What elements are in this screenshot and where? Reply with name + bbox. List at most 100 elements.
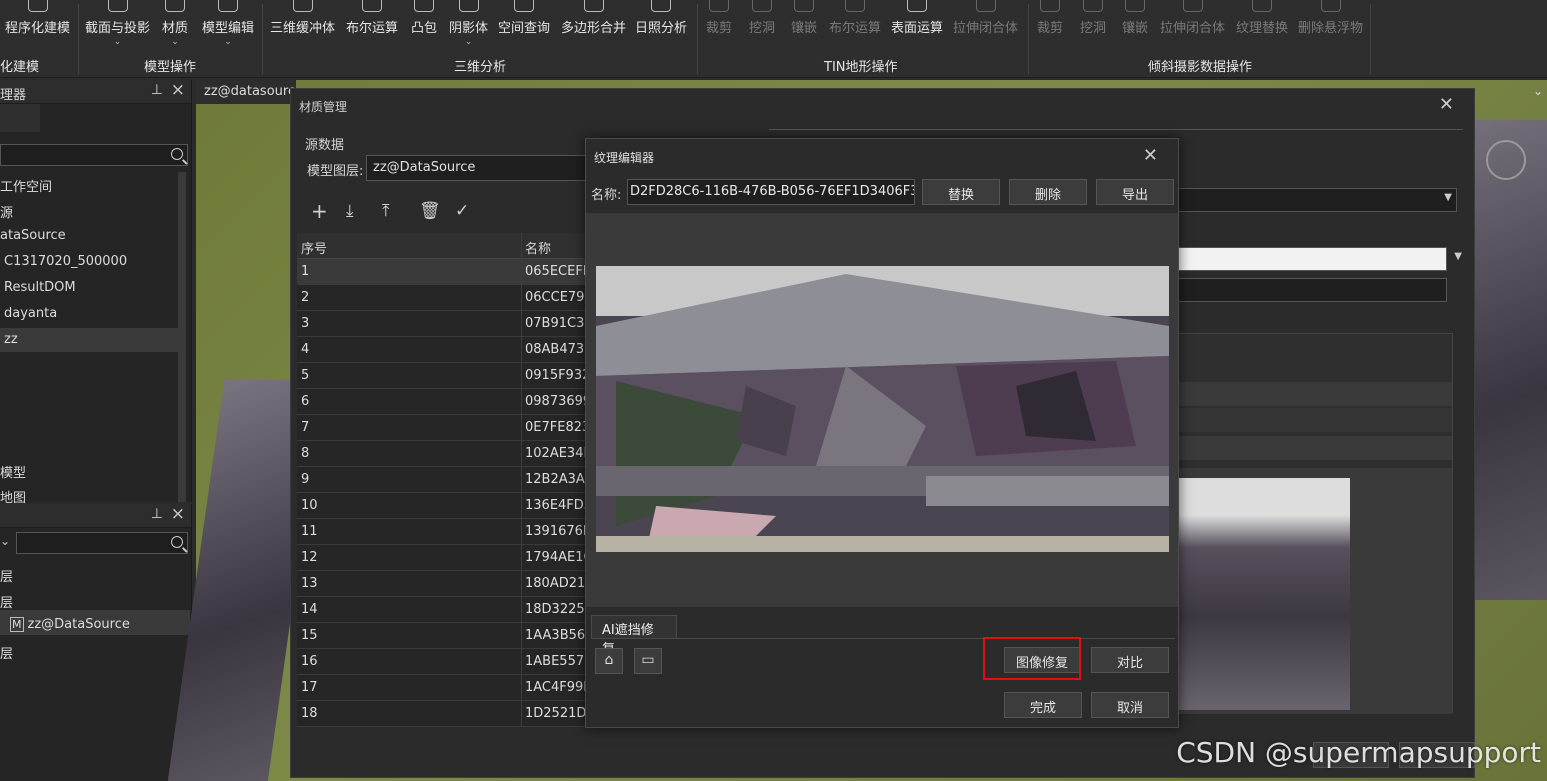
table-row[interactable]: 9 12B2A3AC (297, 467, 587, 493)
close-icon[interactable]: ✕ (1439, 94, 1454, 115)
table-row[interactable]: 2 06CCE799 (297, 285, 587, 311)
model-layer-combo[interactable]: zz@DataSource (366, 155, 606, 181)
table-row[interactable]: 3 07B91C3E (297, 311, 587, 337)
property-combo[interactable]: ▼ (1171, 188, 1457, 212)
table-row[interactable]: 4 08AB473E (297, 337, 587, 363)
layer-item[interactable]: 层 (0, 592, 13, 611)
ribbon-button[interactable]: 多边形合并 (561, 0, 626, 50)
tree-item-dataset[interactable]: ResultDOM (4, 280, 76, 295)
rectangle-select-icon[interactable]: ▭ (634, 648, 662, 674)
column-header-index[interactable]: 序号 (301, 238, 327, 257)
ribbon-button-label: 布尔运算 (829, 21, 882, 36)
tree-item-workspace[interactable]: 工作空间 (0, 176, 52, 195)
table-row[interactable]: 16 1ABE5570 (297, 649, 587, 675)
ribbon-button[interactable]: 布尔运算 (346, 0, 398, 50)
layer-search-input[interactable] (16, 532, 188, 554)
ribbon-button[interactable]: 纹理替换 (1236, 0, 1288, 50)
polygon-select-icon[interactable]: ⌂ (595, 648, 623, 674)
group-separator (1028, 4, 1029, 74)
table-row[interactable]: 8 102AE34B (297, 441, 587, 467)
table-row[interactable]: 14 18D3225E (297, 597, 587, 623)
done-button[interactable]: 完成 (1004, 692, 1082, 718)
ribbon-button[interactable]: 模型编辑 ⌄ (202, 0, 254, 50)
tool-icon (794, 0, 814, 12)
ribbon-button[interactable]: 拉伸闭合体 (1160, 0, 1225, 50)
table-row[interactable]: 7 0E7FE823 (297, 415, 587, 441)
ribbon-button[interactable]: 裁剪 (1037, 0, 1063, 50)
chevron-down-icon[interactable]: ⌄ (1533, 84, 1543, 98)
ribbon-button[interactable]: 材质 ⌄ (162, 0, 188, 50)
compare-button[interactable]: 对比 (1091, 647, 1169, 673)
ribbon-button[interactable]: 拉伸闭合体 (953, 0, 1018, 50)
ribbon-button[interactable]: 阴影体 ⌄ (449, 0, 488, 50)
chevron-down-icon[interactable]: ⌄ (0, 534, 10, 548)
ribbon-button[interactable]: 三维缓冲体 (270, 0, 335, 50)
table-row[interactable]: 5 0915F932 (297, 363, 587, 389)
tree-item-dataset[interactable]: zz (4, 332, 18, 347)
selected-row-bg (0, 328, 178, 352)
dialog-title: 材质管理 (299, 100, 348, 114)
search-icon[interactable] (171, 536, 183, 548)
column-header-name[interactable]: 名称 (525, 238, 551, 257)
delete-button[interactable]: 删除 (1009, 179, 1087, 205)
table-row[interactable]: 15 1AA3B565 (297, 623, 587, 649)
replace-button[interactable]: 替换 (922, 179, 1000, 205)
pin-icon[interactable]: ⊥ (151, 82, 163, 98)
ribbon-button[interactable]: 日照分析 (635, 0, 687, 50)
close-icon[interactable]: ✕ (1143, 145, 1158, 166)
add-icon[interactable]: + (311, 199, 328, 223)
delete-icon[interactable]: 🗑 (419, 201, 441, 221)
ribbon-button[interactable]: 截面与投影 ⌄ (85, 0, 150, 50)
list-item[interactable] (1172, 408, 1452, 432)
tree-item-dataset[interactable]: C1317020_500000 (4, 254, 127, 269)
property-field[interactable] (1171, 278, 1447, 302)
panel-tab[interactable] (0, 104, 40, 132)
table-row[interactable]: 17 1AC4F99E (297, 675, 587, 701)
tree-item-models[interactable]: 模型 (0, 462, 26, 481)
tab-ai-occlusion-repair[interactable]: AI遮挡修复 (591, 615, 677, 657)
layer-item[interactable]: 层 (0, 643, 13, 662)
export-button[interactable]: 导出 (1096, 179, 1174, 205)
ribbon-button[interactable]: 凸包 (411, 0, 437, 50)
cancel-button[interactable]: 取消 (1091, 692, 1169, 718)
table-row[interactable]: 6 09873699 (297, 389, 587, 415)
scene-tab[interactable]: zz@datasourc (196, 80, 296, 104)
ribbon-button[interactable]: 删除悬浮物 (1298, 0, 1363, 50)
export-icon[interactable]: ⤒ (382, 201, 390, 221)
close-icon[interactable]: × (171, 504, 185, 524)
import-icon[interactable]: ⤓ (346, 201, 354, 221)
table-row[interactable]: 11 1391676E (297, 519, 587, 545)
tree-item-dataset[interactable]: dayanta (4, 306, 57, 321)
tree-item-datasource[interactable]: ataSource (0, 228, 66, 243)
compass-icon[interactable] (1486, 140, 1526, 180)
ribbon-button[interactable]: 裁剪 (706, 0, 732, 50)
texture-image-graphic (596, 266, 1169, 552)
scrollbar[interactable] (178, 172, 186, 502)
ribbon-button[interactable]: 程序化建模 (5, 0, 70, 50)
table-row[interactable]: 1 065ECEFB (297, 259, 587, 285)
workspace-search-input[interactable] (0, 144, 188, 166)
layer-item[interactable]: 层 (0, 566, 13, 585)
list-item[interactable] (1172, 436, 1452, 460)
check-icon[interactable]: ✓ (455, 201, 469, 221)
table-row[interactable]: 12 1794AE1C (297, 545, 587, 571)
search-icon[interactable] (171, 148, 183, 160)
close-icon[interactable]: × (171, 80, 185, 100)
table-row[interactable]: 13 180AD21F (297, 571, 587, 597)
table-row[interactable]: 18 1D2521D0 (297, 701, 587, 727)
ribbon-button[interactable]: 镶嵌 (1122, 0, 1148, 50)
ribbon-button[interactable]: 镶嵌 (791, 0, 817, 50)
layer-item-zz[interactable]: Mzz@DataSource (10, 617, 130, 632)
list-item[interactable] (1172, 382, 1452, 406)
color-combo[interactable]: ▼ (1171, 247, 1462, 271)
tree-item-datasources[interactable]: 源 (0, 202, 13, 221)
ribbon-button[interactable]: 表面运算 (891, 0, 943, 50)
ribbon-button[interactable]: 挖洞 (1080, 0, 1106, 50)
table-row[interactable]: 10 136E4FD5 (297, 493, 587, 519)
texture-name-input[interactable]: D2FD28C6-116B-476B-B056-76EF1D3406F3 (627, 179, 915, 205)
pin-icon[interactable]: ⊥ (151, 506, 163, 522)
ribbon-button[interactable]: 空间查询 (498, 0, 550, 50)
ribbon-button[interactable]: 挖洞 (749, 0, 775, 50)
texture-image[interactable] (596, 266, 1169, 552)
ribbon-button[interactable]: 布尔运算 (829, 0, 881, 50)
